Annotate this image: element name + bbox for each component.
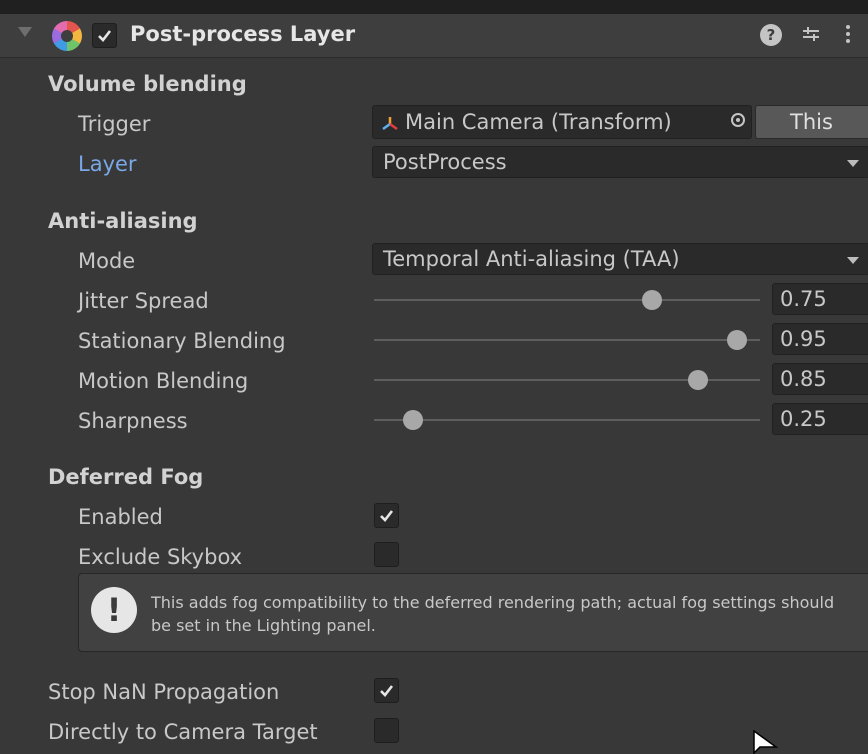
more-options-icon[interactable] xyxy=(844,22,852,51)
sharpness-value-field[interactable]: 0.25 xyxy=(772,403,868,435)
slider-thumb[interactable] xyxy=(726,330,747,350)
motion-blending-value-field[interactable]: 0.85 xyxy=(772,363,868,395)
layer-label: Layer xyxy=(78,152,137,176)
stationary-blending-value: 0.95 xyxy=(780,327,827,351)
motion-blending-slider[interactable] xyxy=(374,370,760,390)
mouse-cursor-icon xyxy=(753,730,778,754)
presets-icon[interactable] xyxy=(800,23,822,50)
stationary-blending-label: Stationary Blending xyxy=(78,329,286,353)
this-button-label: This xyxy=(790,110,833,134)
top-strip xyxy=(0,0,868,14)
motion-blending-value: 0.85 xyxy=(780,367,827,391)
trigger-object-field[interactable]: Main Camera (Transform) xyxy=(372,105,752,139)
dropdown-arrow-icon xyxy=(847,257,859,264)
this-button[interactable]: This xyxy=(755,105,868,139)
stop-nan-label: Stop NaN Propagation xyxy=(48,680,280,704)
fog-info-helpbox: ! This adds fog compatibility to the def… xyxy=(78,573,868,652)
component-header[interactable]: Post-process Layer ? xyxy=(0,14,868,58)
stop-nan-checkbox[interactable] xyxy=(374,678,399,703)
exclude-skybox-label: Exclude Skybox xyxy=(78,545,243,569)
motion-blending-label: Motion Blending xyxy=(78,369,249,393)
section-volume-blending: Volume blending xyxy=(48,72,247,96)
helpbox-text: This adds fog compatibility to the defer… xyxy=(151,593,835,635)
section-deferred-fog: Deferred Fog xyxy=(48,465,204,489)
jitter-spread-slider[interactable] xyxy=(374,290,760,310)
stationary-blending-slider[interactable] xyxy=(374,330,760,350)
jitter-spread-value: 0.75 xyxy=(780,287,827,311)
jitter-spread-value-field[interactable]: 0.75 xyxy=(772,283,868,315)
layer-value: PostProcess xyxy=(383,150,507,174)
fog-enabled-checkbox[interactable] xyxy=(374,503,399,528)
mode-label: Mode xyxy=(78,249,136,273)
layer-dropdown[interactable]: PostProcess xyxy=(372,146,868,178)
mode-value: Temporal Anti-aliasing (TAA) xyxy=(383,247,680,271)
warning-info-icon: ! xyxy=(91,587,137,633)
stationary-blending-value-field[interactable]: 0.95 xyxy=(772,323,868,355)
component-enabled-checkbox[interactable] xyxy=(92,23,117,48)
checkmark-icon xyxy=(380,685,394,697)
mode-dropdown[interactable]: Temporal Anti-aliasing (TAA) xyxy=(372,243,868,275)
post-process-component-icon xyxy=(52,21,82,51)
slider-thumb[interactable] xyxy=(688,370,709,390)
checkmark-icon xyxy=(380,510,394,522)
trigger-label: Trigger xyxy=(78,112,151,136)
trigger-value: Main Camera (Transform) xyxy=(405,110,672,134)
foldout-arrow-icon[interactable] xyxy=(18,27,32,37)
object-picker-icon[interactable] xyxy=(731,113,745,127)
help-icon[interactable]: ? xyxy=(760,24,782,46)
jitter-spread-label: Jitter Spread xyxy=(78,289,209,313)
direct-to-camera-target-checkbox[interactable] xyxy=(374,718,399,743)
dropdown-arrow-icon xyxy=(847,160,859,167)
sharpness-value: 0.25 xyxy=(780,407,827,431)
checkmark-icon xyxy=(98,30,112,42)
fog-enabled-label: Enabled xyxy=(78,505,163,529)
sharpness-slider[interactable] xyxy=(374,410,760,430)
slider-thumb[interactable] xyxy=(402,410,423,430)
component-title: Post-process Layer xyxy=(130,22,356,46)
sharpness-label: Sharpness xyxy=(78,409,188,433)
transform-icon xyxy=(382,117,398,131)
section-anti-aliasing: Anti-aliasing xyxy=(48,209,198,233)
slider-thumb[interactable] xyxy=(641,290,662,310)
direct-to-camera-target-label: Directly to Camera Target xyxy=(48,720,318,744)
exclude-skybox-checkbox[interactable] xyxy=(374,542,399,567)
